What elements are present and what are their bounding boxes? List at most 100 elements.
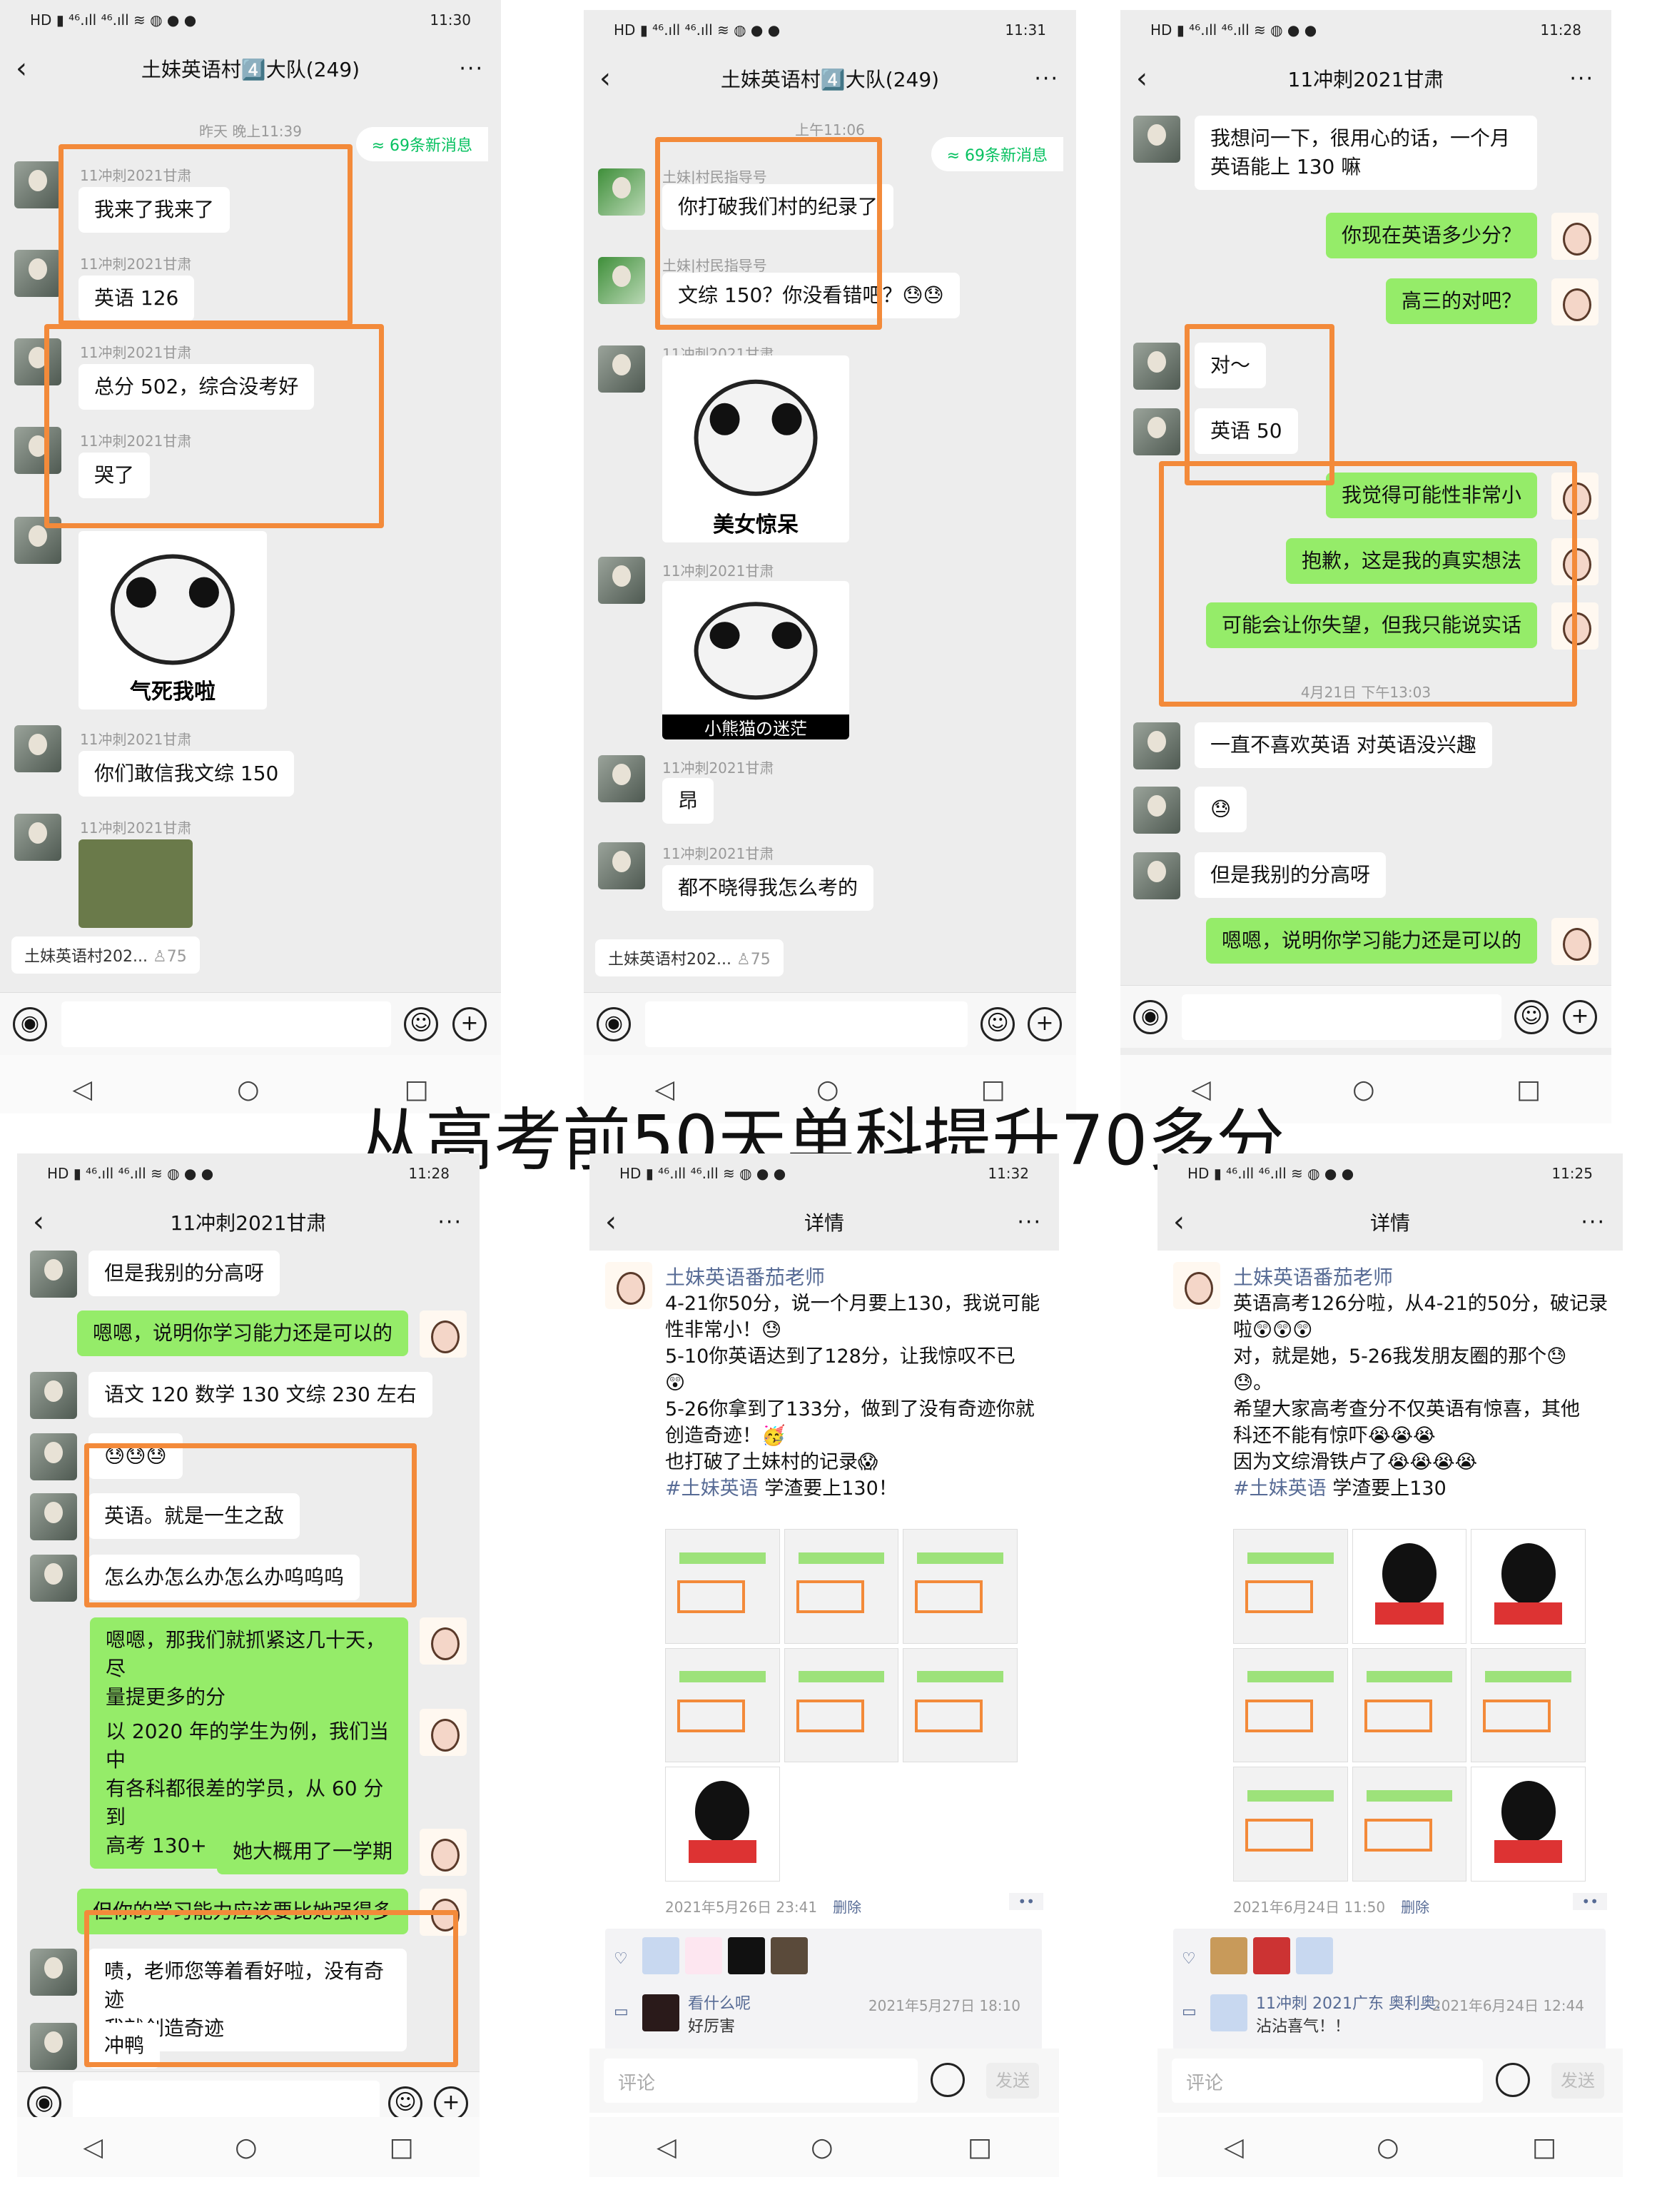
- my-message-bubble[interactable]: 嗯嗯，说明你学习能力还是可以的: [1205, 918, 1537, 964]
- avatar[interactable]: [1133, 787, 1180, 834]
- more-icon[interactable]: ···: [437, 1210, 462, 1235]
- avatar[interactable]: [30, 1493, 77, 1540]
- author-avatar[interactable]: [1173, 1262, 1220, 1309]
- pinned-group-link[interactable]: 土妹英语村202... ♙75: [11, 936, 200, 974]
- teacher-avatar[interactable]: [1551, 918, 1598, 965]
- plus-icon[interactable]: +: [452, 1007, 487, 1041]
- message-bubble[interactable]: 昂: [662, 778, 714, 824]
- avatar[interactable]: [1133, 852, 1180, 899]
- avatar[interactable]: [14, 338, 61, 385]
- new-messages-pill[interactable]: ≈ 69条新消息: [355, 127, 488, 161]
- nav-back-icon[interactable]: ◁: [83, 2133, 103, 2162]
- message-input[interactable]: [61, 1001, 391, 1047]
- comment-user[interactable]: 11冲刺 2021广东 奥利奥.: [1256, 1993, 1441, 2016]
- delete-link[interactable]: 删除: [833, 1899, 861, 1916]
- nav-recent-icon[interactable]: □: [389, 2133, 413, 2162]
- teacher-avatar[interactable]: [1551, 213, 1598, 260]
- commenter-avatar[interactable]: [642, 1994, 679, 2031]
- avatar[interactable]: [1133, 408, 1180, 455]
- message-bubble[interactable]: 对～: [1195, 343, 1267, 388]
- comment-input[interactable]: 评论: [604, 2059, 918, 2103]
- message-bubble[interactable]: 语文 120 数学 130 文综 230 左右: [88, 1372, 432, 1418]
- nav-recent-icon[interactable]: □: [1532, 2133, 1556, 2162]
- avatar[interactable]: [30, 1251, 77, 1298]
- more-icon[interactable]: ···: [459, 56, 484, 81]
- message-bubble[interactable]: 但是我别的分高呀: [88, 1251, 280, 1296]
- grid-image[interactable]: [1352, 1647, 1467, 1763]
- commenter-avatar[interactable]: [1210, 1994, 1247, 2031]
- nav-home-icon[interactable]: ○: [1377, 2133, 1399, 2162]
- emoji-icon[interactable]: ☺: [388, 2086, 422, 2121]
- message-list[interactable]: 但是我别的分高呀 嗯嗯，说明你学习能力还是可以的 语文 120 数学 130 文…: [17, 1251, 480, 2071]
- grid-image[interactable]: [1471, 1529, 1586, 1644]
- avatar[interactable]: [1133, 116, 1180, 163]
- grid-image[interactable]: [665, 1767, 780, 1882]
- grid-image[interactable]: [1233, 1529, 1348, 1644]
- my-message-bubble[interactable]: 我觉得可能性非常小: [1325, 473, 1537, 518]
- nav-back-icon[interactable]: ◁: [657, 2133, 677, 2162]
- back-icon[interactable]: ‹: [16, 52, 27, 85]
- teacher-avatar[interactable]: [1551, 473, 1598, 520]
- message-bubble[interactable]: 你打破我们村的纪录了: [662, 184, 894, 230]
- avatar[interactable]: [1133, 343, 1180, 390]
- message-list[interactable]: 昨天 晚上11:39 ≈ 69条新消息 11冲刺2021甘肃 我来了我来了 11…: [0, 97, 501, 928]
- emoji-icon[interactable]: ☺: [404, 1007, 438, 1041]
- message-list[interactable]: 我想问一下，很用心的话，一个月 英语能上 130 嘛 你现在英语多少分？ 高三的…: [1120, 107, 1611, 985]
- comment-user[interactable]: 看什么呢: [688, 1993, 751, 2016]
- teacher-avatar[interactable]: [1551, 602, 1598, 650]
- emoji-icon[interactable]: [1496, 2063, 1530, 2097]
- my-message-bubble[interactable]: 高三的对吧？: [1385, 278, 1537, 324]
- grid-image[interactable]: [1233, 1647, 1348, 1763]
- message-input[interactable]: [645, 1001, 968, 1047]
- message-bubble[interactable]: 英语 126: [78, 276, 195, 321]
- my-message-bubble[interactable]: 你现在英语多少分？: [1325, 213, 1537, 258]
- nav-home-icon[interactable]: ○: [237, 1075, 259, 1104]
- my-message-bubble[interactable]: 嗯嗯，那我们就抓紧这几十天，尽 量提更多的分: [90, 1617, 408, 1720]
- plus-icon[interactable]: +: [1028, 1007, 1062, 1041]
- author-avatar[interactable]: [605, 1262, 652, 1309]
- my-message-bubble[interactable]: 但你的学习能力应该要比她强得多: [76, 1889, 408, 1934]
- voice-icon[interactable]: ◉: [13, 1007, 47, 1041]
- message-bubble[interactable]: 😓😓😓: [88, 1433, 183, 1479]
- voice-icon[interactable]: ◉: [597, 1007, 631, 1041]
- liker-avatar[interactable]: [771, 1937, 808, 1974]
- my-message-bubble[interactable]: 嗯嗯，说明你学习能力还是可以的: [76, 1310, 408, 1356]
- nav-recent-icon[interactable]: □: [968, 2133, 992, 2162]
- message-bubble[interactable]: 怎么办怎么办怎么办呜呜呜: [88, 1555, 360, 1600]
- avatar[interactable]: [598, 557, 645, 604]
- teacher-avatar[interactable]: [1551, 278, 1598, 325]
- delete-link[interactable]: 删除: [1401, 1899, 1429, 1916]
- liker-avatar[interactable]: [1210, 1937, 1247, 1974]
- voice-icon[interactable]: ◉: [1133, 1000, 1167, 1034]
- message-bubble[interactable]: 英语 50: [1195, 408, 1298, 454]
- avatar[interactable]: [14, 250, 61, 297]
- teacher-avatar[interactable]: [420, 1829, 467, 1876]
- avatar[interactable]: [30, 2023, 77, 2070]
- avatar[interactable]: [598, 168, 645, 216]
- liker-avatar[interactable]: [642, 1937, 679, 1974]
- voice-icon[interactable]: ◉: [27, 2086, 61, 2121]
- liker-avatar[interactable]: [685, 1937, 722, 1974]
- avatar[interactable]: [30, 1433, 77, 1480]
- more-icon[interactable]: ···: [1017, 1210, 1042, 1235]
- grid-image[interactable]: [784, 1647, 899, 1763]
- grid-image[interactable]: [903, 1529, 1018, 1644]
- plus-icon[interactable]: +: [434, 2086, 468, 2121]
- my-message-bubble[interactable]: 可能会让你失望，但我只能说实话: [1205, 602, 1537, 648]
- message-bubble[interactable]: 文综 150？你没看错吧？😓😓: [662, 273, 960, 318]
- message-bubble[interactable]: 都不晓得我怎么考的: [662, 865, 874, 911]
- nav-recent-icon[interactable]: □: [1516, 1075, 1541, 1104]
- grid-image[interactable]: [665, 1647, 780, 1763]
- plus-icon[interactable]: +: [1563, 1000, 1597, 1034]
- avatar[interactable]: [14, 814, 61, 861]
- teacher-avatar[interactable]: [1551, 538, 1598, 585]
- message-bubble[interactable]: 但是我别的分高呀: [1195, 852, 1387, 898]
- avatar[interactable]: [30, 1555, 77, 1602]
- back-icon[interactable]: ‹: [605, 1206, 617, 1238]
- back-icon[interactable]: ‹: [599, 62, 611, 95]
- message-bubble[interactable]: 我来了我来了: [78, 187, 230, 233]
- message-bubble[interactable]: 你们敢信我文综 150: [78, 751, 295, 797]
- liker-avatar[interactable]: [1296, 1937, 1333, 1974]
- grid-image[interactable]: [1471, 1767, 1586, 1882]
- back-icon[interactable]: ‹: [33, 1206, 44, 1238]
